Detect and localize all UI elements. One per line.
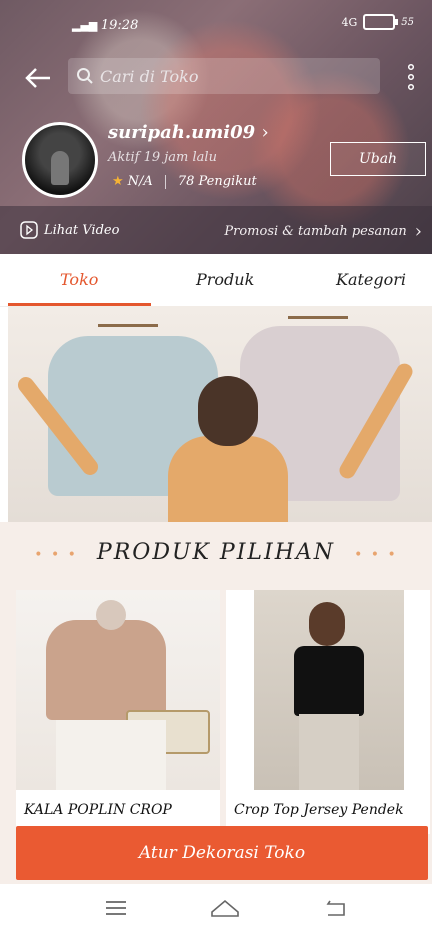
signal-icon: ▂▄▆ [72,19,101,32]
product-name: Crop Top Jersey Pendek [234,802,404,818]
decor-dots: • • • [354,547,398,563]
time-text: 19:28 [100,18,139,33]
shop-avatar[interactable] [22,122,98,198]
video-play-icon [20,221,38,239]
featured-title: • • • PRODUK PILIHAN • • • [0,540,432,565]
search-placeholder: Cari di Toko [100,66,199,86]
shop-search-input[interactable]: Cari di Toko [68,58,380,94]
promo-label: Promosi & tambah pesanan [224,224,407,239]
decor-dots: • • • [34,547,78,563]
rating-value: N/A [127,174,153,189]
chevron-right-icon: › [261,122,269,143]
chevron-right-icon: › [414,221,422,242]
product-card[interactable]: Crop Top Jersey Pendek [226,590,430,834]
edit-shop-button[interactable]: Ubah [330,142,426,176]
tab-produk[interactable]: Produk [196,270,254,289]
divider [164,174,166,189]
rating-row: ★ N/A 78 Pengikut [112,174,257,189]
product-image [254,590,404,790]
back-nav-icon[interactable] [324,898,348,918]
network-icon: 4G [341,15,358,29]
search-icon [77,68,93,84]
video-label: Lihat Video [44,222,120,238]
battery-icon [363,14,399,30]
menu-icon[interactable] [104,898,128,918]
username-text: suripah.umi09 [108,122,256,143]
star-icon: ★ [112,174,124,189]
product-image [16,590,220,790]
shop-header: ▂▄▆ 19:28 4G 55 Cari di Toko suripah.umi… [0,0,432,254]
shop-tabs: Toko Produk Kategori [0,254,432,307]
status-time: ▂▄▆ 19:28 [72,18,138,33]
status-right: 4G 55 [341,14,414,30]
shop-decoration-button[interactable]: Atur Dekorasi Toko [16,826,428,880]
promo-link[interactable]: Promosi & tambah pesanan › [224,221,422,242]
product-card[interactable]: KALA POPLIN CROP [16,590,220,834]
shop-banner-image[interactable] [8,306,432,522]
tab-kategori[interactable]: Kategori [336,270,406,289]
status-bar: ▂▄▆ 19:28 4G 55 [0,0,432,52]
back-arrow-icon[interactable] [22,62,54,94]
woman-figure [168,376,288,522]
featured-title-text: PRODUK PILIHAN [96,540,336,565]
system-nav-bar [0,884,432,926]
more-menu-icon[interactable] [406,62,416,92]
product-name: KALA POPLIN CROP [24,802,172,818]
active-status: Aktif 19 jam lalu [108,150,217,165]
promo-bar: Lihat Video Promosi & tambah pesanan › [0,206,432,254]
battery-level: 55 [401,16,414,28]
shop-username[interactable]: suripah.umi09 › [108,122,269,143]
home-icon[interactable] [210,898,239,918]
watch-video-link[interactable]: Lihat Video [20,221,119,239]
followers-count: 78 Pengikut [177,174,257,189]
tab-toko[interactable]: Toko [60,270,98,289]
